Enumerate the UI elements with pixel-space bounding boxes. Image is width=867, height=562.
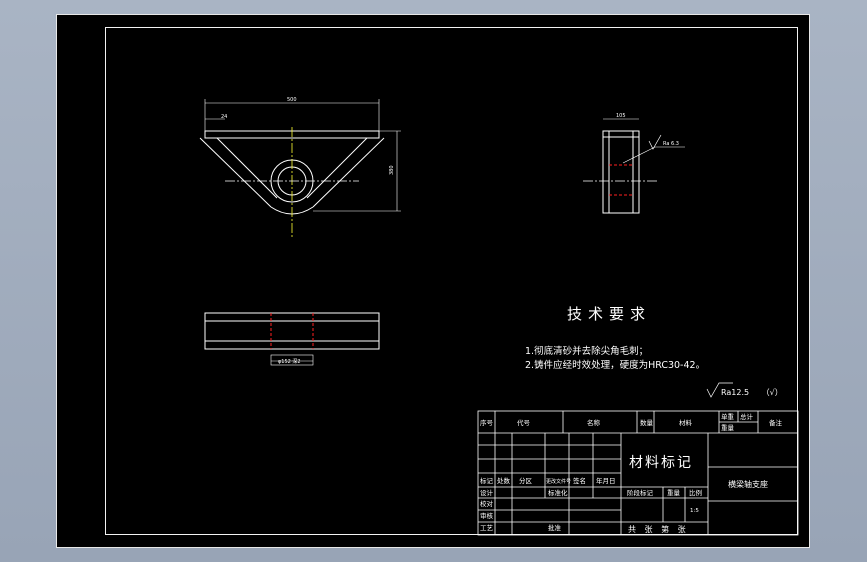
tb-standard: 标准化 <box>548 488 568 497</box>
tb-weight: 重量 <box>667 489 681 497</box>
tb-rev-date: 年月日 <box>596 476 616 485</box>
drawing-canvas: 500 24 380 105 Ra 6.3 φ152 深2 序号 代号 名称 数… <box>199 97 799 536</box>
tb-weight-label: 重量 <box>721 424 735 432</box>
side-roughness-text: Ra 6.3 <box>663 141 679 147</box>
tb-total-weight: 总计 <box>740 412 754 421</box>
title-block <box>477 410 799 536</box>
bottom-view <box>204 312 380 366</box>
front-view <box>199 99 401 215</box>
tb-rev-mark: 标记 <box>480 476 494 485</box>
tb-name: 名称 <box>587 418 601 427</box>
tb-seq: 序号 <box>480 418 494 427</box>
front-arm-right-outer <box>312 137 385 208</box>
front-arm-left-inner <box>216 137 278 199</box>
side-outline <box>602 130 640 214</box>
tb-material-mark: 材料标记 <box>629 455 693 471</box>
tb-scale: 比例 <box>689 488 702 497</box>
roughness-note-value: Ra12.5 <box>721 388 750 397</box>
tb-approve: 批准 <box>548 523 562 532</box>
tb-material: 材料 <box>679 418 693 427</box>
dim-24-text: 24 <box>221 114 227 120</box>
bottom-dim-text: φ152 深2 <box>278 358 301 365</box>
tb-rev-doc: 更改文件号 <box>546 478 571 485</box>
tb-rev-count: 处数 <box>497 476 511 485</box>
tech-requirement-1: 1.彻底清砂并去除尖角毛刺； <box>525 346 649 357</box>
dim-500-text: 500 <box>287 97 297 103</box>
roughness-note-mark: （√） <box>761 388 783 397</box>
bottom-outline <box>204 312 380 350</box>
tb-unit-weight: 单重 <box>721 412 735 421</box>
tb-scale-value: 1:5 <box>690 508 699 514</box>
tb-code: 代号 <box>517 418 531 427</box>
front-arm-left-outer <box>199 137 272 208</box>
tb-stage: 阶段标记 <box>627 488 654 497</box>
tb-design: 设计 <box>480 488 494 497</box>
tech-requirements-title: 技术要求 <box>567 305 652 323</box>
side-hidden-lines <box>609 164 633 196</box>
tb-rev-sign: 签名 <box>573 476 586 485</box>
side-view <box>583 118 685 214</box>
tb-proofread: 校对 <box>480 499 494 508</box>
tb-part-name: 横梁轴支座 <box>728 479 768 489</box>
front-arm-right-inner <box>306 137 368 199</box>
drawing-sheet: 500 24 380 105 Ra 6.3 φ152 深2 序号 代号 名称 数… <box>56 14 810 548</box>
dim-380-text: 380 <box>389 165 395 175</box>
bottom-hidden-lines <box>270 313 314 349</box>
tb-sheet-label: 共 张 第 张 <box>628 524 689 534</box>
tb-rev-zone: 分区 <box>519 476 533 485</box>
tb-remark: 备注 <box>769 418 783 427</box>
tb-process: 工艺 <box>480 524 494 532</box>
roughness-note: Ra12.5 （√） <box>721 387 783 398</box>
dim-105-text: 105 <box>616 113 626 119</box>
tech-requirement-2: 2.铸件应经时效处理，硬度为HRC30-42。 <box>525 360 706 371</box>
tb-qty: 数量 <box>640 418 654 427</box>
roughness-leader <box>622 146 685 164</box>
tb-check: 审核 <box>480 511 494 520</box>
